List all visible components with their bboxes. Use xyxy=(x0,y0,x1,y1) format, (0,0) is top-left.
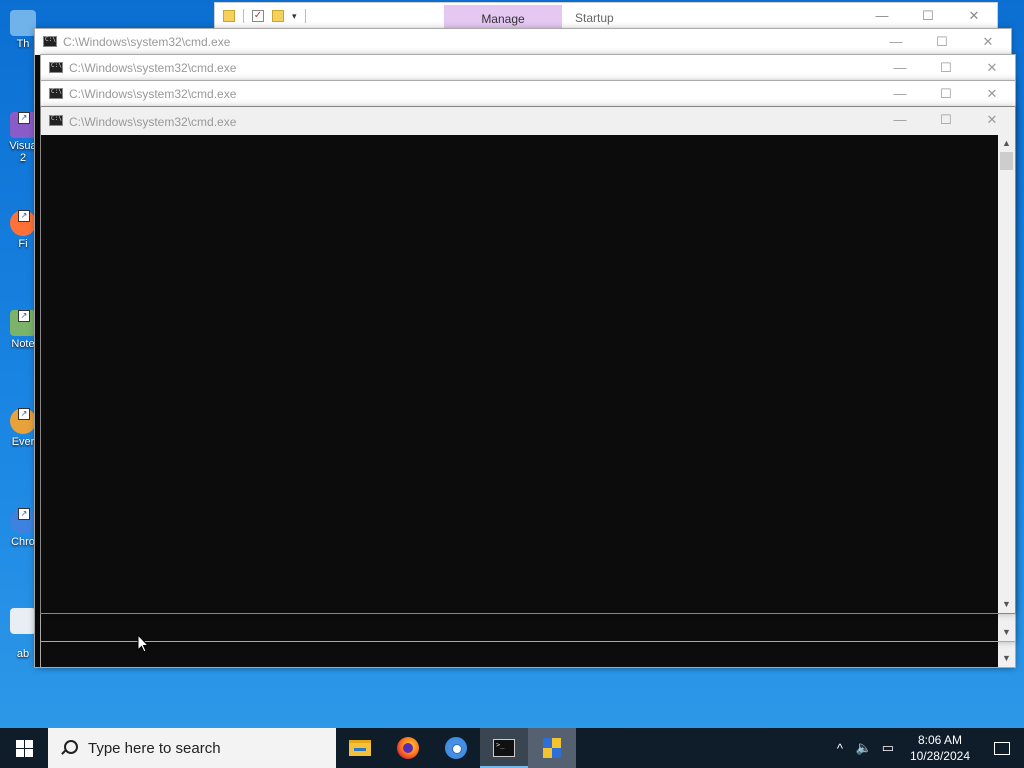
taskbar-command-prompt[interactable]: >_ xyxy=(480,728,528,768)
search-placeholder: Type here to search xyxy=(88,739,221,757)
taskbar-security-shield[interactable] xyxy=(528,728,576,768)
windows-logo-icon xyxy=(15,739,33,757)
close-button[interactable]: ✕ xyxy=(969,81,1015,107)
taskbar-file-explorer[interactable] xyxy=(336,728,384,768)
show-hidden-icons-chevron-icon[interactable]: ^ xyxy=(828,741,852,756)
customize-dropdown-icon[interactable]: ▾ xyxy=(292,11,297,22)
close-button[interactable]: ✕ xyxy=(965,29,1011,55)
cmd-console[interactable]: ▲ ▼ xyxy=(41,135,1015,613)
chrome-icon xyxy=(445,737,467,759)
cmd-window-title: C:\Windows\system32\cmd.exe xyxy=(63,35,231,49)
maximize-button[interactable]: ☐ xyxy=(923,107,969,133)
volume-muted-icon[interactable]: 🔈 xyxy=(852,740,876,756)
close-button[interactable]: ✕ xyxy=(969,107,1015,133)
minimize-button[interactable]: — xyxy=(859,3,905,29)
shortcut-arrow-icon: ↗ xyxy=(18,112,30,124)
cmd-title-bar[interactable]: C:\Windows\system32\cmd.exe — ☐ ✕ xyxy=(41,81,1015,107)
cmd-icon xyxy=(43,36,57,47)
new-folder-icon[interactable] xyxy=(272,10,284,22)
cmd-icon xyxy=(49,62,63,73)
vertical-scrollbar[interactable]: ▲ ▼ xyxy=(998,135,1015,613)
maximize-button[interactable]: ☐ xyxy=(923,81,969,107)
system-tray: ^ 🔈 ▭ 8:06 AM 10/28/2024 xyxy=(828,728,1024,768)
command-prompt-icon: >_ xyxy=(493,739,515,757)
explorer-window-controls: — ☐ ✕ xyxy=(859,3,997,29)
maximize-button[interactable]: ☐ xyxy=(923,55,969,81)
cmd-window-title: C:\Windows\system32\cmd.exe xyxy=(69,61,237,75)
notification-icon xyxy=(994,741,1010,755)
shortcut-arrow-icon: ↗ xyxy=(18,508,30,520)
network-icon[interactable]: ▭ xyxy=(876,740,900,756)
toolbar-separator xyxy=(243,9,244,23)
properties-icon[interactable]: ✓ xyxy=(252,10,264,22)
close-button[interactable]: ✕ xyxy=(969,55,1015,81)
start-button[interactable] xyxy=(0,728,48,768)
scroll-down-button[interactable]: ▼ xyxy=(998,624,1015,641)
mouse-cursor-icon xyxy=(137,634,149,653)
close-button[interactable]: ✕ xyxy=(951,3,997,29)
visual-studio-icon: ↗ xyxy=(10,112,36,138)
cmd-icon xyxy=(49,115,63,126)
clock-time: 8:06 AM xyxy=(917,733,962,747)
cmd-title-bar[interactable]: C:\Windows\system32\cmd.exe — ☐ ✕ xyxy=(41,107,1015,135)
scroll-up-button[interactable]: ▲ xyxy=(998,135,1015,152)
taskbar-firefox[interactable] xyxy=(384,728,432,768)
minimize-button[interactable]: — xyxy=(877,55,923,81)
cmd-title-bar[interactable]: C:\Windows\system32\cmd.exe — ☐ ✕ xyxy=(35,29,1011,55)
folder-icon xyxy=(223,10,235,22)
security-shield-icon xyxy=(543,738,561,758)
scroll-down-button[interactable]: ▼ xyxy=(998,596,1015,613)
cmd-icon xyxy=(49,88,63,99)
action-center-button[interactable] xyxy=(980,728,1024,768)
minimize-button[interactable]: — xyxy=(877,81,923,107)
file-explorer-icon xyxy=(349,740,371,756)
minimize-button[interactable]: — xyxy=(877,107,923,133)
minimize-button[interactable]: — xyxy=(873,29,919,55)
taskbar: Type here to search >_ ^ 🔈 ▭ 8:06 AM 10/… xyxy=(0,728,1024,768)
scrollbar-thumb[interactable] xyxy=(1000,152,1013,170)
maximize-button[interactable]: ☐ xyxy=(919,29,965,55)
cmd-window-title: C:\Windows\system32\cmd.exe xyxy=(69,115,237,129)
desktop: Th ↗ Visua 2 ↗ Fi ↗ Note ↗ Ever ↗ Chro a… xyxy=(0,0,1024,728)
shortcut-arrow-icon: ↗ xyxy=(18,408,30,420)
taskbar-chrome[interactable] xyxy=(432,728,480,768)
scroll-down-button[interactable]: ▼ xyxy=(998,650,1015,667)
clock-date: 10/28/2024 xyxy=(909,749,970,763)
firefox-icon xyxy=(397,737,419,759)
cmd-window-controls: — ☐ ✕ xyxy=(877,107,1015,133)
cmd-title-bar[interactable]: C:\Windows\system32\cmd.exe — ☐ ✕ xyxy=(41,55,1015,81)
everything-icon: ↗ xyxy=(10,408,36,434)
notepad-icon: ↗ xyxy=(10,310,36,336)
toolbar-separator xyxy=(304,9,306,23)
quick-access-toolbar: ✓ ▾ xyxy=(223,9,306,23)
cmd-window-controls: — ☐ ✕ xyxy=(877,55,1015,81)
cmd-window-title: C:\Windows\system32\cmd.exe xyxy=(69,87,237,101)
cmd-window-controls: — ☐ ✕ xyxy=(877,81,1015,107)
chrome-icon: ↗ xyxy=(10,508,36,534)
maximize-button[interactable]: ☐ xyxy=(905,3,951,29)
this-pc-icon xyxy=(10,10,36,36)
shortcut-arrow-icon: ↗ xyxy=(18,210,30,222)
clock[interactable]: 8:06 AM 10/28/2024 xyxy=(900,732,980,764)
cmd-window-controls: — ☐ ✕ xyxy=(873,29,1011,55)
settings-file-icon xyxy=(10,608,36,634)
search-icon xyxy=(60,739,78,757)
cmd-window-4[interactable]: C:\Windows\system32\cmd.exe — ☐ ✕ ▲ ▼ xyxy=(40,106,1016,614)
taskbar-search-box[interactable]: Type here to search xyxy=(48,728,336,768)
shortcut-arrow-icon: ↗ xyxy=(18,310,30,322)
firefox-icon: ↗ xyxy=(10,210,36,236)
